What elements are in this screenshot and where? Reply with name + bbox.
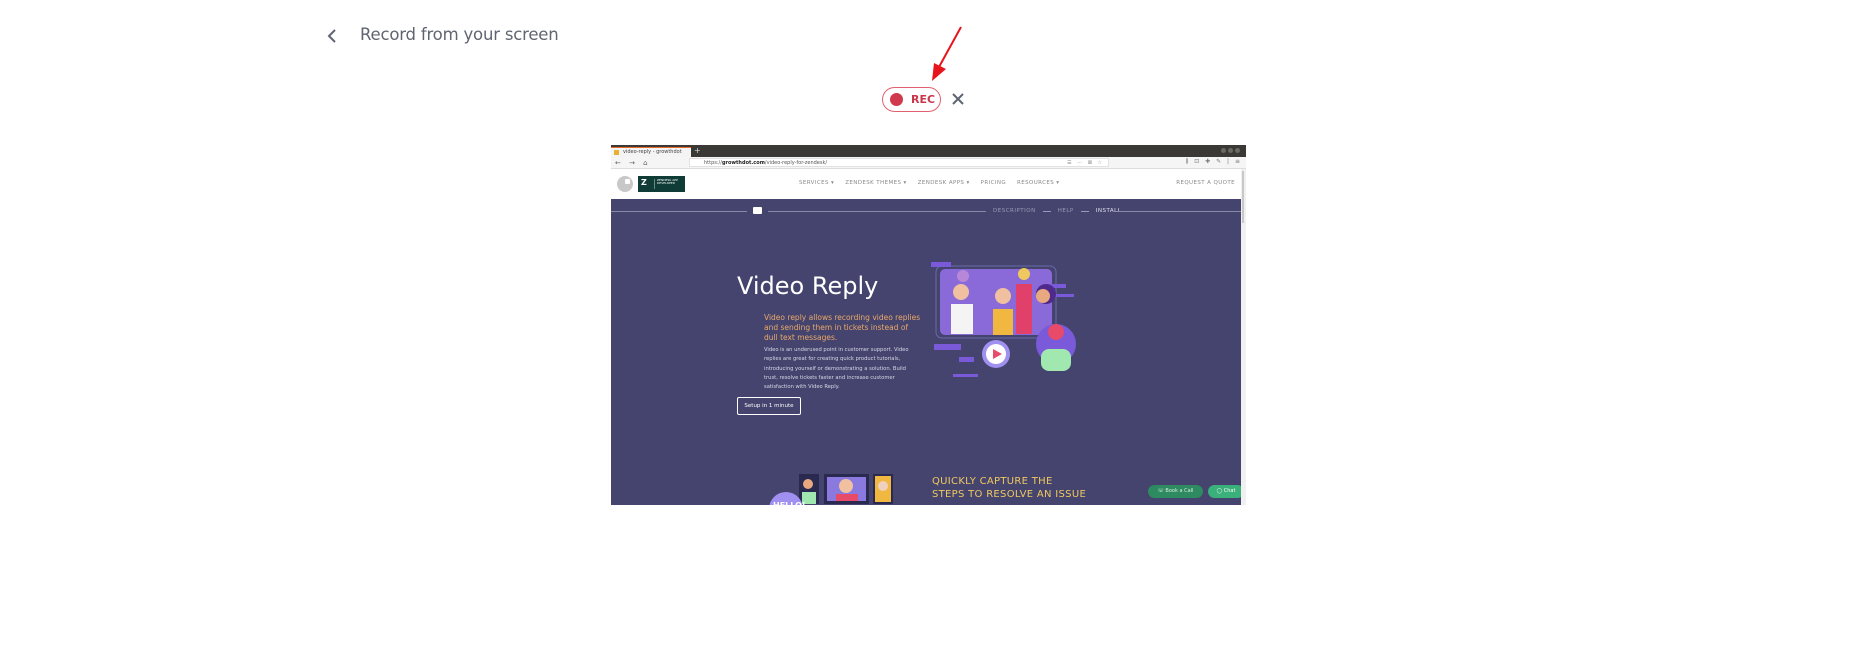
sub-nav: DESCRIPTION HELP INSTALL: [611, 199, 1241, 225]
chat-bubble-icon: [753, 207, 762, 214]
screen-preview: video-reply - growthdot + ← → ⌂ https://…: [611, 145, 1246, 505]
site-nav-item[interactable]: ZENDESK APPS ▾: [918, 180, 970, 186]
browser-nav-bar: ← → ⌂ https://growthdot.com/video-reply-…: [611, 157, 1246, 169]
close-button[interactable]: [949, 90, 967, 108]
browser-tab-bar: video-reply - growthdot +: [611, 145, 1246, 157]
url-bar[interactable]: https://growthdot.com/video-reply-for-ze…: [689, 158, 1109, 167]
page-title: Record from your screen: [360, 25, 559, 44]
new-tab-button[interactable]: +: [694, 146, 701, 156]
nav-buttons[interactable]: ← → ⌂: [615, 158, 651, 168]
chat-button[interactable]: ◯ Chat: [1208, 485, 1244, 498]
hero-title: Video Reply: [737, 272, 879, 300]
section-title-line: QUICKLY CAPTURE THE: [932, 476, 1053, 487]
section-title: QUICKLY CAPTURE THE STEPS TO RESOLVE AN …: [932, 475, 1086, 501]
chevron-left-icon: [327, 29, 336, 43]
setup-button[interactable]: Setup in 1 minute: [737, 397, 801, 415]
minimize-icon[interactable]: [1221, 148, 1226, 153]
record-dot-icon: [890, 93, 903, 106]
site-nav-item[interactable]: ZENDESK THEMES ▾: [845, 180, 907, 186]
rec-button[interactable]: REC: [882, 87, 941, 112]
url-actions[interactable]: ☰ ⋯ ⊠ ☆: [1067, 159, 1104, 167]
site-nav-item[interactable]: RESOURCES ▾: [1017, 180, 1059, 186]
favicon-icon: [614, 150, 619, 155]
window-close-icon[interactable]: [1235, 148, 1240, 153]
browser-tab[interactable]: video-reply - growthdot: [611, 147, 691, 157]
divider: [1113, 211, 1241, 212]
site-nav-item[interactable]: PRICING: [981, 180, 1006, 186]
rec-label: REC: [911, 93, 936, 106]
zendesk-badge: Z ZENDESK APP DEVELOPER: [638, 176, 685, 192]
url-path: /video-reply-for-zendesk/: [764, 160, 828, 166]
maximize-icon[interactable]: [1228, 148, 1233, 153]
site-header: Z ZENDESK APP DEVELOPER SERVICES ▾ ZENDE…: [611, 169, 1241, 199]
divider: [768, 211, 986, 212]
subnav-description[interactable]: DESCRIPTION: [993, 208, 1036, 214]
divider: [611, 211, 747, 212]
close-icon: [952, 93, 964, 105]
request-quote-link[interactable]: REQUEST A QUOTE: [1176, 180, 1235, 186]
hero-body: Video is an underused point in customer …: [764, 347, 909, 391]
zendesk-logo-icon: Z: [641, 178, 647, 187]
scrollbar-thumb[interactable]: [1242, 171, 1244, 223]
hero-lead: Video reply allows recording video repli…: [764, 313, 921, 342]
section-title-line: STEPS TO RESOLVE AN ISSUE: [932, 489, 1087, 500]
book-call-button[interactable]: ☏ Book a Call: [1148, 485, 1203, 498]
toolbar-icons[interactable]: ⫼ ⊡ ✚ ✎ | ≡: [1186, 157, 1242, 167]
tab-title: video-reply - growthdot: [623, 149, 682, 155]
website-content: Z ZENDESK APP DEVELOPER SERVICES ▾ ZENDE…: [611, 169, 1244, 505]
hello-text: HELLO!: [773, 501, 806, 505]
subnav-help[interactable]: HELP: [1058, 208, 1074, 214]
growthdot-logo-icon[interactable]: [617, 176, 633, 192]
site-nav: SERVICES ▾ ZENDESK THEMES ▾ ZENDESK APPS…: [799, 180, 1059, 186]
back-button[interactable]: [320, 24, 344, 48]
record-screen-page: Record from your screen REC video-reply …: [0, 0, 1852, 657]
url-prefix: https://: [704, 160, 722, 166]
page-scrollbar[interactable]: [1241, 169, 1246, 505]
site-nav-item[interactable]: SERVICES ▾: [799, 180, 834, 186]
window-controls: [1221, 148, 1240, 153]
video-call-illustration: [931, 262, 1076, 377]
hello-illustration: HELLO!: [769, 474, 893, 505]
badge-text: ZENDESK APP DEVELOPER: [657, 178, 678, 185]
url-domain: growthdot.com: [721, 160, 765, 166]
annotation-arrow-icon: [932, 26, 962, 81]
